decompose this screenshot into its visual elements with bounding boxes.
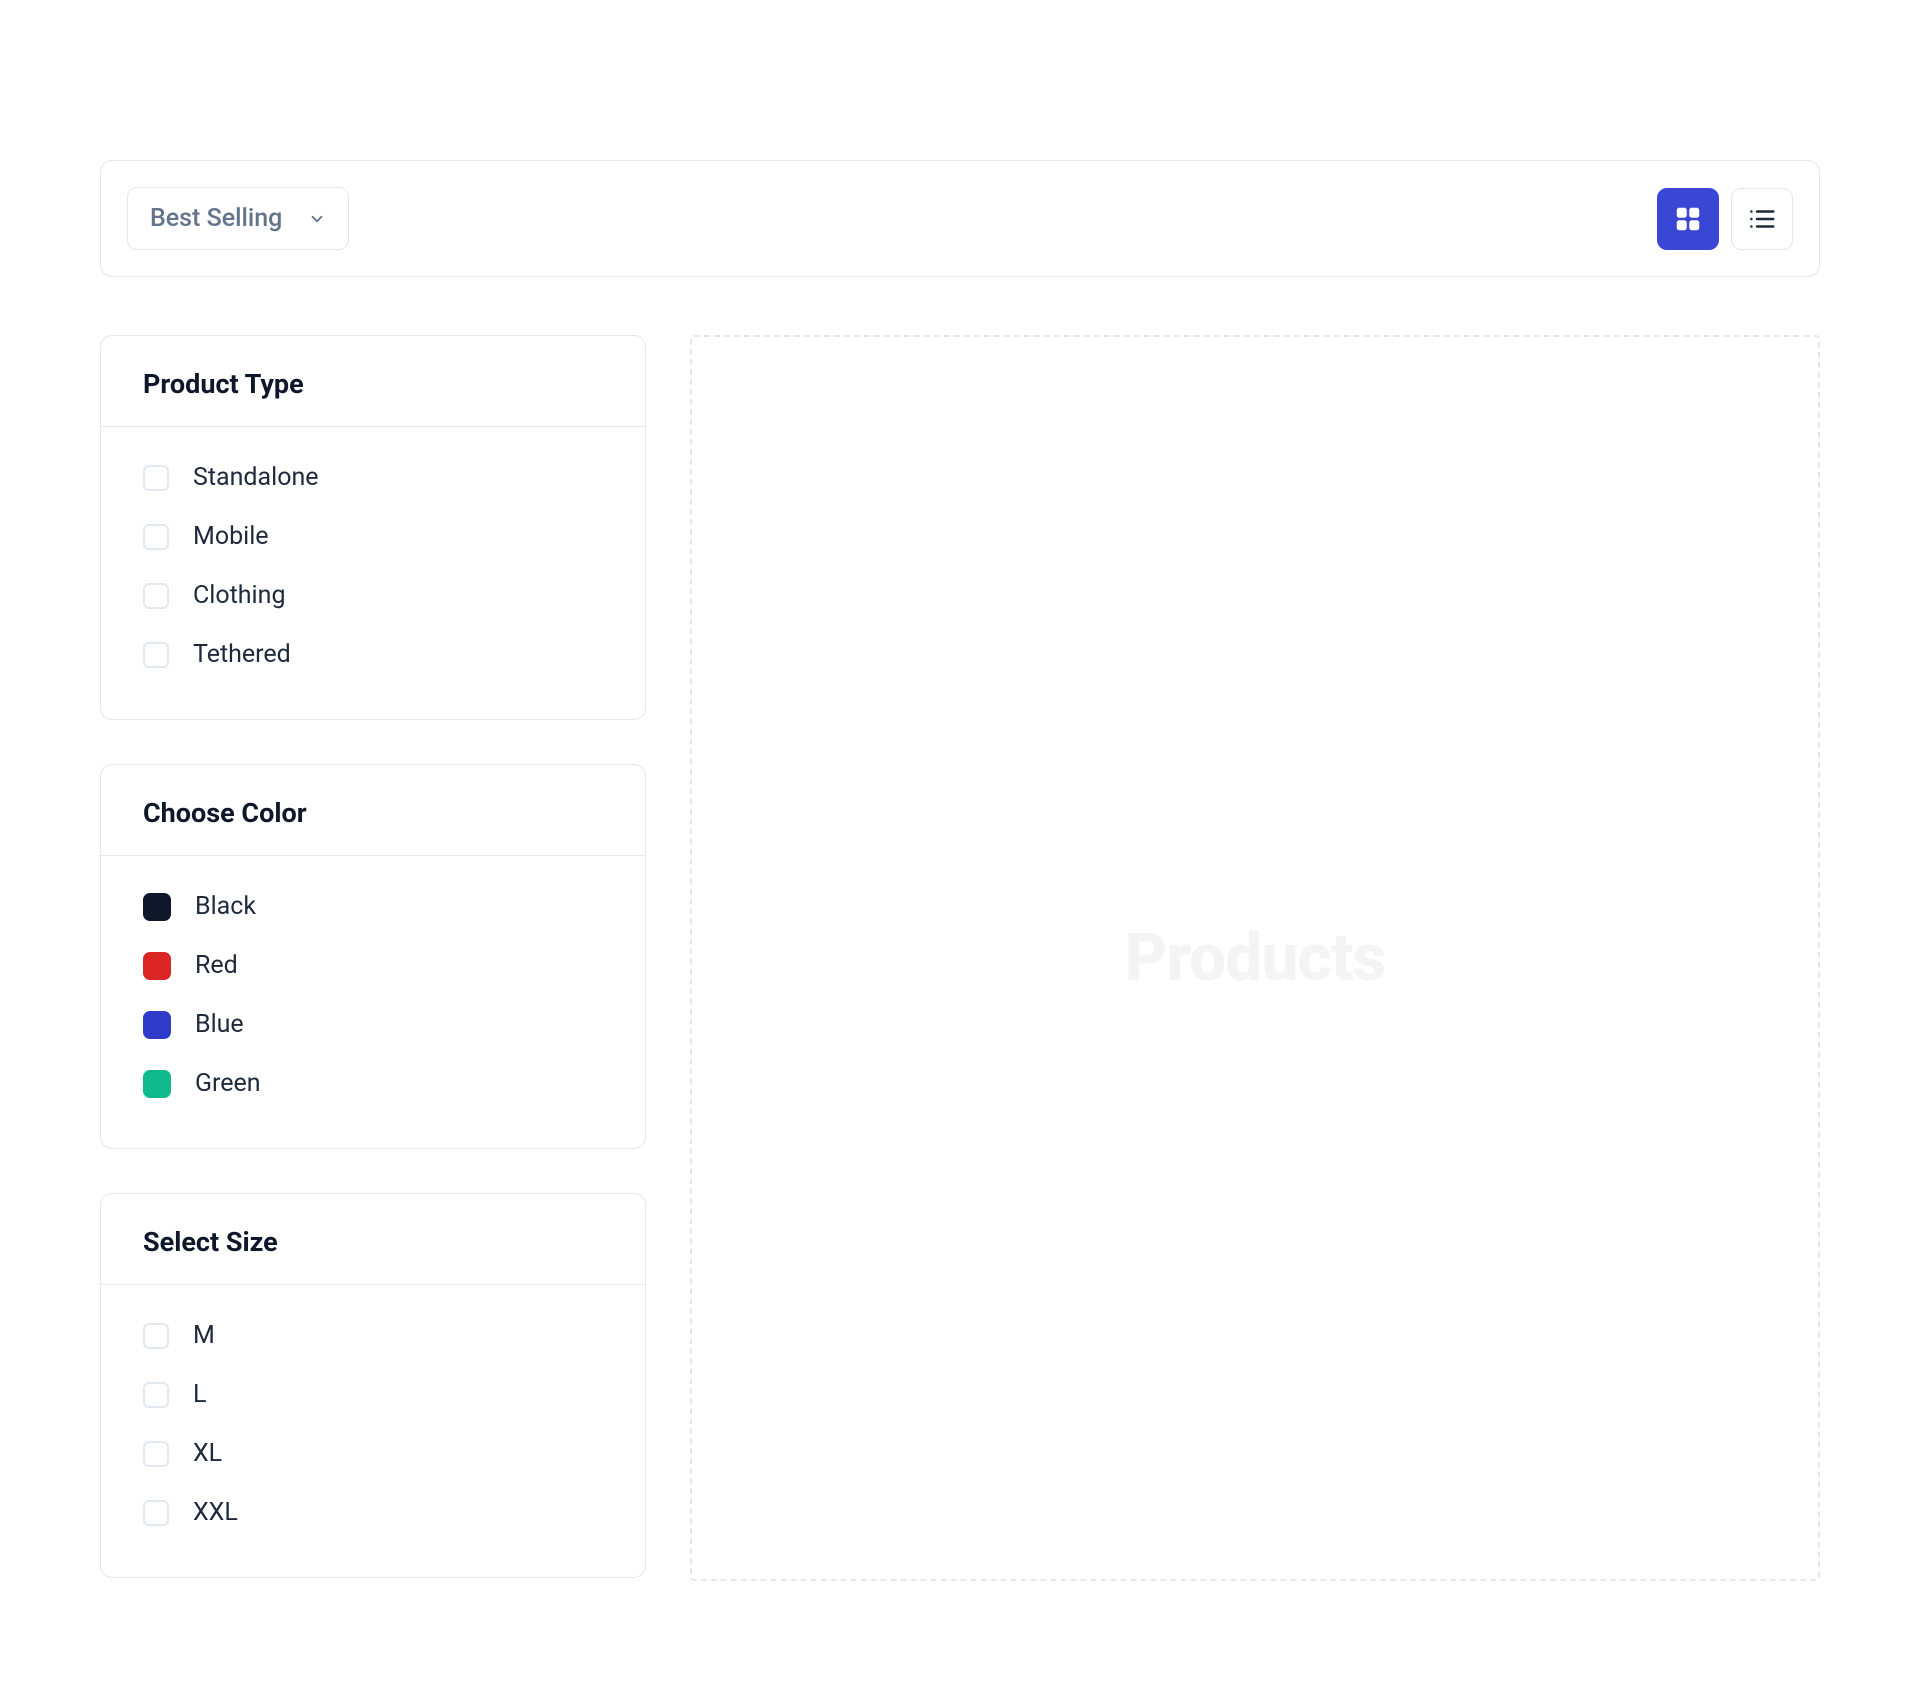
sort-label: Best Selling bbox=[150, 204, 282, 233]
view-toggles bbox=[1657, 188, 1793, 250]
filter-option-black[interactable]: Black bbox=[143, 892, 603, 921]
checkbox[interactable] bbox=[143, 1382, 169, 1408]
checkbox[interactable] bbox=[143, 583, 169, 609]
filter-option-xl[interactable]: XL bbox=[143, 1439, 603, 1468]
color-swatch-green bbox=[143, 1070, 171, 1098]
filter-label: Red bbox=[195, 951, 238, 980]
checkbox[interactable] bbox=[143, 642, 169, 668]
filter-option-mobile[interactable]: Mobile bbox=[143, 522, 603, 551]
filter-label: M bbox=[193, 1321, 215, 1350]
checkbox[interactable] bbox=[143, 1500, 169, 1526]
filter-option-green[interactable]: Green bbox=[143, 1069, 603, 1098]
filter-select-size: Select Size M L XL bbox=[100, 1193, 646, 1578]
filter-label: L bbox=[193, 1380, 206, 1409]
filter-option-clothing[interactable]: Clothing bbox=[143, 581, 603, 610]
filter-option-red[interactable]: Red bbox=[143, 951, 603, 980]
filter-label: XXL bbox=[193, 1498, 238, 1527]
products-placeholder: Products bbox=[1125, 920, 1385, 997]
checkbox[interactable] bbox=[143, 465, 169, 491]
sort-dropdown[interactable]: Best Selling bbox=[127, 187, 349, 250]
checkbox[interactable] bbox=[143, 1323, 169, 1349]
products-area: Products bbox=[690, 335, 1820, 1581]
checkbox[interactable] bbox=[143, 1441, 169, 1467]
filter-label: Mobile bbox=[193, 522, 269, 551]
filter-label: Green bbox=[195, 1069, 261, 1098]
filter-choose-color: Choose Color Black Red Blue bbox=[100, 764, 646, 1149]
filter-label: Black bbox=[195, 892, 256, 921]
filter-title: Select Size bbox=[143, 1226, 603, 1258]
filter-option-tethered[interactable]: Tethered bbox=[143, 640, 603, 669]
list-icon bbox=[1747, 204, 1777, 234]
filter-option-xxl[interactable]: XXL bbox=[143, 1498, 603, 1527]
chevron-down-icon bbox=[308, 210, 326, 228]
grid-view-button[interactable] bbox=[1657, 188, 1719, 250]
filter-option-l[interactable]: L bbox=[143, 1380, 603, 1409]
filter-option-m[interactable]: M bbox=[143, 1321, 603, 1350]
toolbar: Best Selling bbox=[100, 160, 1820, 277]
color-swatch-black bbox=[143, 893, 171, 921]
filter-option-standalone[interactable]: Standalone bbox=[143, 463, 603, 492]
filter-label: Standalone bbox=[193, 463, 319, 492]
filter-label: Clothing bbox=[193, 581, 285, 610]
filter-title: Choose Color bbox=[143, 797, 603, 829]
filter-title: Product Type bbox=[143, 368, 603, 400]
filter-product-type: Product Type Standalone Mobile Clothing bbox=[100, 335, 646, 720]
filter-label: XL bbox=[193, 1439, 222, 1468]
filter-option-blue[interactable]: Blue bbox=[143, 1010, 603, 1039]
grid-icon bbox=[1673, 204, 1703, 234]
color-swatch-red bbox=[143, 952, 171, 980]
filter-label: Blue bbox=[195, 1010, 244, 1039]
filter-sidebar: Product Type Standalone Mobile Clothing bbox=[100, 335, 646, 1578]
color-swatch-blue bbox=[143, 1011, 171, 1039]
filter-label: Tethered bbox=[193, 640, 291, 669]
checkbox[interactable] bbox=[143, 524, 169, 550]
list-view-button[interactable] bbox=[1731, 188, 1793, 250]
